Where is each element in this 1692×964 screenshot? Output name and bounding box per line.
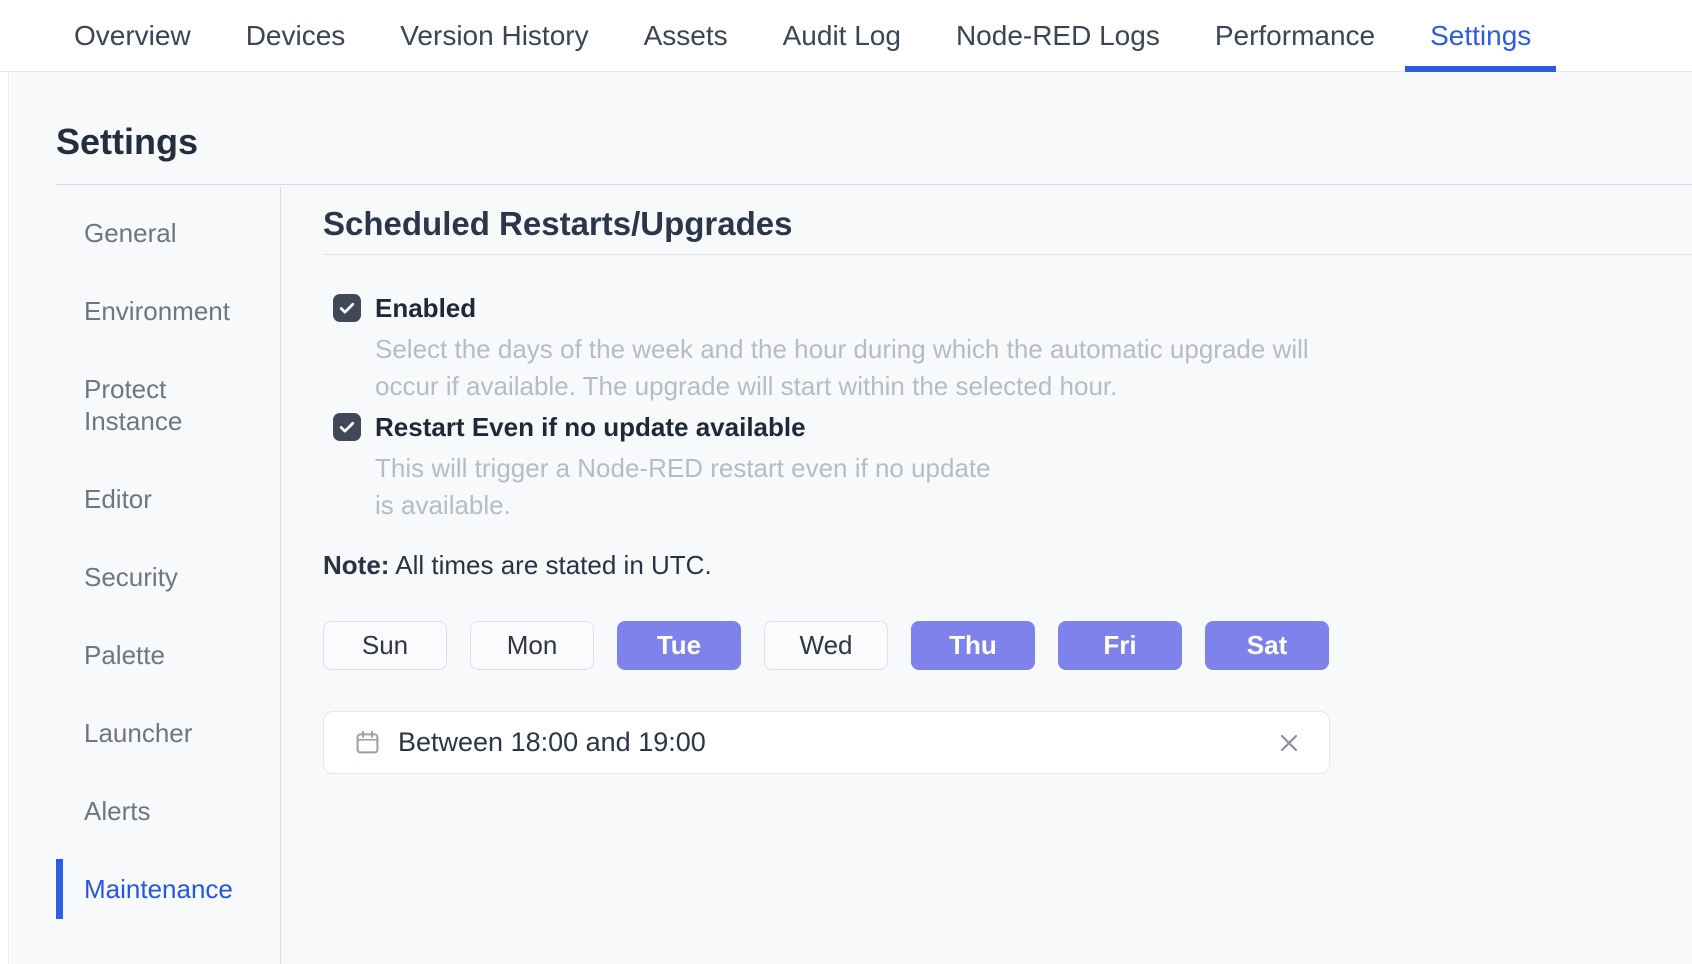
check-icon xyxy=(337,417,357,437)
tab-performance[interactable]: Performance xyxy=(1190,0,1400,71)
sidebar-item-label: General xyxy=(84,217,177,249)
close-icon xyxy=(1277,731,1301,755)
clear-schedule-button[interactable] xyxy=(1273,727,1305,759)
sidebar-item-label: Palette xyxy=(84,639,165,671)
sidebar-item-label: Launcher xyxy=(84,717,192,749)
schedule-window-value: Between 18:00 and 19:00 xyxy=(398,727,1273,758)
day-button-sun[interactable]: Sun xyxy=(323,621,447,670)
tab-version-history[interactable]: Version History xyxy=(375,0,613,71)
sidebar-item-label: Alerts xyxy=(84,795,150,827)
check-icon xyxy=(337,298,357,318)
settings-page: Settings General Environment Protect Ins… xyxy=(10,72,1692,964)
day-button-tue[interactable]: Tue xyxy=(617,621,741,670)
enabled-option: Enabled Select the days of the week and … xyxy=(333,292,1692,405)
settings-columns: General Environment Protect Instance Edi… xyxy=(56,187,1692,964)
restart-option: Restart Even if no update available This… xyxy=(333,411,1692,524)
day-button-sat[interactable]: Sat xyxy=(1205,621,1329,670)
tab-settings[interactable]: Settings xyxy=(1405,0,1556,71)
day-button-mon[interactable]: Mon xyxy=(470,621,594,670)
sidebar-item-label: Protect Instance xyxy=(84,373,234,437)
instance-settings-screen: Overview Devices Version History Assets … xyxy=(0,0,1692,964)
tab-overview[interactable]: Overview xyxy=(49,0,216,71)
section-title: Scheduled Restarts/Upgrades xyxy=(323,207,1692,255)
restart-option-body: Restart Even if no update available This… xyxy=(375,411,1000,524)
restart-description: This will trigger a Node-RED restart eve… xyxy=(375,450,1000,524)
day-button-fri[interactable]: Fri xyxy=(1058,621,1182,670)
sidebar-item-maintenance[interactable]: Maintenance xyxy=(56,859,280,919)
enabled-option-body: Enabled Select the days of the week and … xyxy=(375,292,1315,405)
title-divider xyxy=(56,184,1692,185)
sidebar-item-editor[interactable]: Editor xyxy=(56,469,280,529)
enabled-checkbox[interactable] xyxy=(333,294,361,322)
tab-node-red-logs[interactable]: Node-RED Logs xyxy=(931,0,1185,71)
enabled-label: Enabled xyxy=(375,292,1315,324)
sidebar-item-label: Maintenance xyxy=(84,873,233,905)
tab-audit-log[interactable]: Audit Log xyxy=(758,0,926,71)
tab-nav: Overview Devices Version History Assets … xyxy=(0,0,1692,71)
day-button-thu[interactable]: Thu xyxy=(911,621,1035,670)
calendar-icon xyxy=(354,729,381,756)
day-button-wed[interactable]: Wed xyxy=(764,621,888,670)
sidebar-item-security[interactable]: Security xyxy=(56,547,280,607)
sidebar-item-palette[interactable]: Palette xyxy=(56,625,280,685)
sidebar-item-label: Environment xyxy=(84,295,230,327)
instance-tab-bar: Overview Devices Version History Assets … xyxy=(0,0,1692,72)
utc-note: Note: All times are stated in UTC. xyxy=(323,549,1692,581)
sidebar-item-general[interactable]: General xyxy=(56,203,280,263)
sidebar-item-label: Security xyxy=(84,561,178,593)
sidebar-item-environment[interactable]: Environment xyxy=(56,281,280,341)
day-selector: Sun Mon Tue Wed Thu Fri Sat xyxy=(323,621,1692,670)
schedule-window-field[interactable]: Between 18:00 and 19:00 xyxy=(323,711,1330,774)
left-edge-divider xyxy=(0,72,9,964)
sidebar-item-protect-instance[interactable]: Protect Instance xyxy=(56,359,280,451)
note-label: Note: xyxy=(323,550,389,580)
page-title: Settings xyxy=(56,122,1692,162)
tab-devices[interactable]: Devices xyxy=(221,0,371,71)
note-text: All times are stated in UTC. xyxy=(395,550,711,580)
maintenance-panel: Scheduled Restarts/Upgrades Enabled Sele… xyxy=(323,187,1692,964)
settings-sidebar: General Environment Protect Instance Edi… xyxy=(56,187,281,964)
sidebar-item-launcher[interactable]: Launcher xyxy=(56,703,280,763)
tab-assets[interactable]: Assets xyxy=(619,0,753,71)
restart-label: Restart Even if no update available xyxy=(375,411,1000,443)
restart-checkbox[interactable] xyxy=(333,413,361,441)
enabled-description: Select the days of the week and the hour… xyxy=(375,331,1315,405)
sidebar-item-alerts[interactable]: Alerts xyxy=(56,781,280,841)
sidebar-item-label: Editor xyxy=(84,483,152,515)
